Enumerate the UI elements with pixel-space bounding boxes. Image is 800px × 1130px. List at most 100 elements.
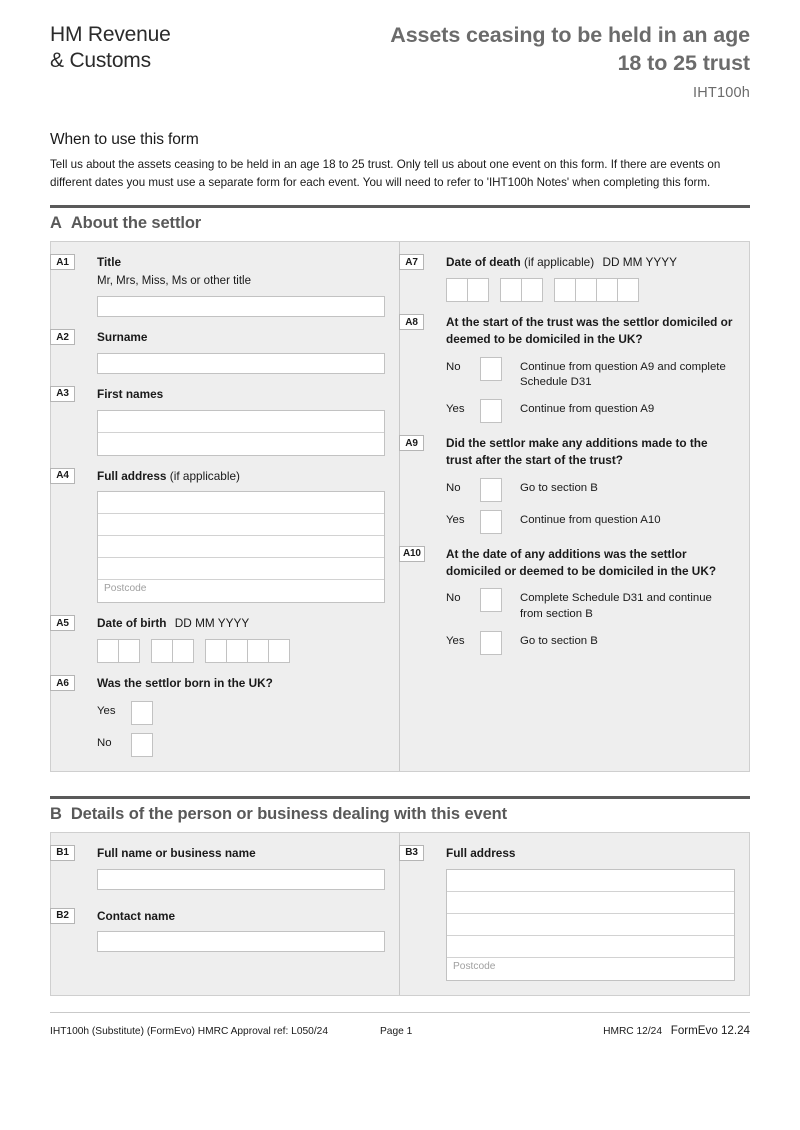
dob-month-1[interactable]	[151, 639, 173, 664]
question-a9-label: Did the settlor make any additions made …	[446, 436, 708, 468]
question-a6-option-no-label: No	[97, 736, 112, 749]
dob-day-2[interactable]	[118, 639, 140, 664]
dod-month-2[interactable]	[521, 278, 543, 302]
question-a6-checkbox-no[interactable]	[131, 732, 153, 757]
question-a1: A1 Title Mr, Mrs, Miss, Ms or other titl…	[50, 254, 399, 318]
question-a8-badge: A8	[399, 314, 424, 330]
section-a: A About the settlor A1 Title Mr, Mrs, Mis…	[50, 205, 750, 772]
question-a6-option-yes[interactable]: Yes	[97, 700, 385, 725]
first-names-line-1[interactable]	[98, 411, 384, 433]
question-b2-label: Contact name	[97, 908, 176, 923]
dob-year-4[interactable]	[268, 639, 290, 664]
question-a6-checkbox-yes[interactable]	[131, 700, 153, 725]
settlor-address-line-2[interactable]	[98, 514, 384, 537]
dod-year-2[interactable]	[575, 278, 597, 302]
question-a4: A4 Full address (if applicable) Postcode	[50, 467, 399, 604]
question-a3: A3 First names	[50, 385, 399, 456]
question-a4-label-light: (if applicable)	[169, 468, 240, 483]
question-a9-checkbox-no[interactable]	[480, 477, 502, 502]
contact-address-line-2[interactable]	[447, 892, 734, 914]
section-a-left-column: A1 Title Mr, Mrs, Miss, Ms or other titl…	[50, 242, 400, 771]
first-names-input[interactable]	[97, 409, 385, 456]
first-names-line-2[interactable]	[98, 433, 384, 455]
question-a8-option-no[interactable]: No Continue from question A9 and complet…	[446, 356, 735, 392]
question-a7: A7 Date of death (if applicable) DD MM Y…	[399, 254, 749, 302]
question-a9-checkbox-yes[interactable]	[480, 509, 502, 534]
question-a10-option-yes[interactable]: Yes Go to section B	[446, 631, 735, 656]
question-a4-label-text: Full address	[97, 468, 167, 483]
section-a-title-text: About the settlor	[70, 214, 202, 233]
settlor-address-line-4[interactable]	[98, 558, 384, 581]
question-a8-option-yes[interactable]: Yes Continue from question A9	[446, 399, 735, 424]
question-a10-options: No Complete Schedule D31 and continue fr…	[446, 588, 735, 656]
page-title: Assets ceasing to be held in an age 18 t…	[390, 23, 750, 75]
question-a10-checkbox-no[interactable]	[480, 588, 502, 613]
question-a9-option-yes[interactable]: Yes Continue from question A10	[446, 509, 735, 534]
dob-day-1[interactable]	[97, 639, 119, 664]
dob-day-group	[97, 639, 140, 664]
question-a6-label: Was the settlor born in the UK?	[97, 676, 273, 691]
dod-year-3[interactable]	[596, 278, 618, 302]
question-a7-badge: A7	[399, 254, 424, 271]
question-a9-option-yes-label: Yes	[446, 513, 465, 526]
question-a9-option-yes-text: Continue from question A10	[520, 513, 661, 526]
dod-year-4[interactable]	[617, 278, 639, 302]
dob-month-2[interactable]	[172, 639, 194, 664]
question-a1-hint: Mr, Mrs, Miss, Ms or other title	[97, 275, 251, 287]
dod-month-1[interactable]	[500, 278, 522, 302]
dob-year-3[interactable]	[247, 639, 269, 664]
question-a5-label-text: Date of birth	[97, 616, 167, 631]
contact-postcode-input[interactable]: Postcode	[447, 958, 734, 980]
dob-year-2[interactable]	[226, 639, 248, 664]
question-a7-format: DD MM YYYY	[602, 255, 677, 270]
title-input[interactable]	[97, 296, 385, 318]
question-a2: A2 Surname	[50, 329, 399, 374]
intro-section: When to use this form Tell us about the …	[50, 131, 750, 191]
question-b2: B2 Contact name	[50, 907, 399, 953]
page-footer: IHT100h (Substitute) (FormEvo) HMRC Appr…	[50, 1013, 750, 1037]
section-b-title-text: Details of the person or business dealin…	[70, 804, 508, 823]
question-a9-badge: A9	[399, 435, 424, 452]
question-a6-badge: A6	[50, 675, 75, 692]
question-a8-checkbox-yes[interactable]	[480, 399, 502, 424]
question-a9-option-no-label: No	[446, 481, 461, 494]
question-a6-option-no[interactable]: No	[97, 732, 385, 757]
contact-address-line-1[interactable]	[447, 870, 734, 892]
question-a5: A5 Date of birth DD MM YYYY	[50, 615, 399, 664]
dod-day-group	[446, 278, 489, 302]
settlor-address-line-1[interactable]	[98, 492, 384, 515]
surname-input[interactable]	[97, 352, 385, 374]
dod-year-1[interactable]	[554, 278, 576, 302]
question-a10-option-yes-text: Go to section B	[520, 635, 598, 648]
question-a8-label: At the start of the trust was the settlo…	[446, 315, 733, 346]
section-a-right-column: A7 Date of death (if applicable) DD MM Y…	[399, 242, 749, 771]
section-a-title: A About the settlor	[50, 214, 750, 233]
question-a6-options: Yes No	[97, 700, 385, 757]
page-header: HM Revenue & Customs Assets ceasing to b…	[50, 0, 750, 101]
settlor-postcode-input[interactable]: Postcode	[98, 580, 384, 602]
contact-address-line-4[interactable]	[447, 936, 734, 958]
question-a10: A10 At the date of any additions was the…	[399, 545, 749, 656]
question-a7-label-text: Date of death	[446, 255, 521, 270]
question-a10-option-no[interactable]: No Complete Schedule D31 and continue fr…	[446, 588, 735, 623]
dob-year-1[interactable]	[205, 639, 227, 664]
section-b-panel: B1 Full name or business name B2 Contact…	[50, 831, 750, 996]
question-a8-checkbox-no[interactable]	[480, 356, 502, 381]
form-page: HM Revenue & Customs Assets ceasing to b…	[0, 0, 800, 1130]
dod-day-1[interactable]	[446, 278, 468, 302]
question-a10-option-yes-label: Yes	[446, 635, 465, 648]
full-name-or-business-input[interactable]	[97, 868, 385, 890]
question-a9-option-no[interactable]: No Go to section B	[446, 477, 735, 502]
settlor-address-line-3[interactable]	[98, 536, 384, 559]
contact-address-input[interactable]: Postcode	[446, 868, 735, 981]
question-a7-label-light: (if applicable)	[524, 255, 595, 270]
question-a10-checkbox-yes[interactable]	[480, 631, 502, 656]
footer-hmrc-date: HMRC 12/24	[603, 1025, 662, 1037]
contact-name-input[interactable]	[97, 931, 385, 953]
dod-day-2[interactable]	[467, 278, 489, 302]
question-a5-label: Date of birth DD MM YYYY	[97, 615, 385, 632]
section-b-left-column: B1 Full name or business name B2 Contact…	[50, 832, 400, 995]
question-a8: A8 At the start of the trust was the set…	[399, 314, 749, 424]
contact-address-line-3[interactable]	[447, 914, 734, 936]
settlor-address-input[interactable]: Postcode	[97, 491, 385, 604]
